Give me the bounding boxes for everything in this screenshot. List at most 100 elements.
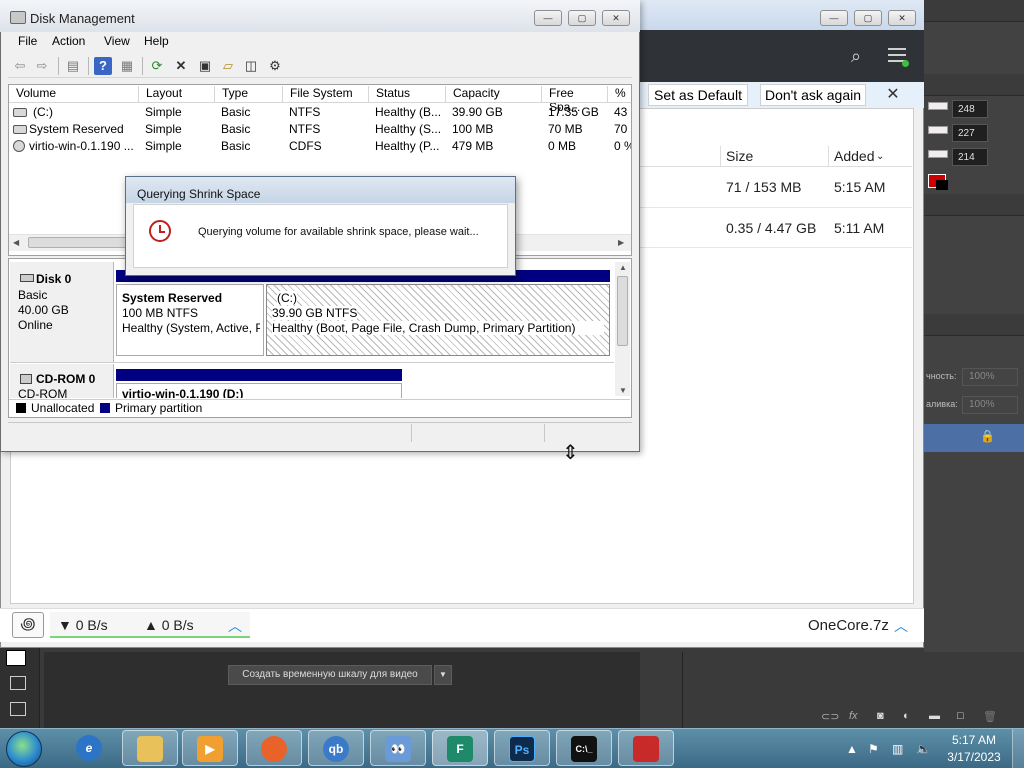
- trash-icon[interactable]: 🗑: [983, 710, 997, 723]
- column-header-capacity[interactable]: Capacity: [446, 86, 542, 103]
- color-value-field[interactable]: 227: [952, 124, 988, 142]
- action-center-flag-icon[interactable]: ⚑: [868, 742, 879, 756]
- properties-icon[interactable]: ▣: [196, 57, 214, 75]
- search-icon[interactable]: ⌕: [844, 44, 868, 68]
- color-swatch[interactable]: [928, 150, 948, 158]
- explore-icon[interactable]: ◫: [242, 57, 260, 75]
- cell-filesystem: CDFS: [289, 139, 322, 153]
- minimize-button[interactable]: —: [534, 10, 562, 26]
- mask-icon[interactable]: ◙: [877, 710, 884, 722]
- column-header-free-space[interactable]: Free Spa...: [542, 86, 608, 114]
- close-button[interactable]: ✕: [602, 10, 630, 26]
- table-row[interactable]: virtio-win-0.1.190 ... Simple Basic CDFS…: [9, 138, 631, 155]
- table-row[interactable]: (C:) Simple Basic NTFS Healthy (B... 39.…: [9, 104, 631, 121]
- size-column-header[interactable]: Size: [726, 148, 753, 164]
- new-layer-icon[interactable]: □: [957, 710, 964, 722]
- color-swatch[interactable]: [928, 102, 948, 110]
- explorer-taskbar-button[interactable]: [122, 730, 178, 766]
- bg-color-chip[interactable]: [936, 180, 948, 190]
- added-column-header[interactable]: Added: [834, 148, 874, 164]
- cdrom-0-label[interactable]: CD-ROM 0 CD-ROM: [10, 364, 114, 398]
- selected-layer[interactable]: 🔒: [924, 424, 1024, 452]
- clock-date[interactable]: 3/17/2023: [944, 750, 1004, 764]
- menu-file[interactable]: File: [18, 34, 37, 48]
- close-button[interactable]: ✕: [888, 10, 916, 26]
- cell-volume: System Reserved: [29, 122, 124, 136]
- download-manager-taskbar-button[interactable]: F: [432, 730, 488, 766]
- download-row[interactable]: 71 / 153 MB 5:15 AM: [640, 168, 912, 208]
- start-button[interactable]: [6, 731, 42, 767]
- color-swatch[interactable]: [928, 126, 948, 134]
- current-file-name[interactable]: OneCore.7z: [808, 617, 889, 634]
- media-taskbar-button[interactable]: ▶: [182, 730, 238, 766]
- properties-pane-icon[interactable]: ▦: [118, 57, 136, 75]
- command-prompt-icon: C:\_: [571, 736, 597, 762]
- scrollbar-thumb[interactable]: [28, 237, 138, 248]
- disk-0-label[interactable]: Disk 0 Basic 40.00 GB Online: [10, 262, 114, 362]
- scroll-left-arrow-icon[interactable]: ◀: [13, 238, 19, 247]
- scroll-down-arrow-icon[interactable]: ▼: [619, 386, 627, 395]
- link-icon[interactable]: ⊂⊃: [821, 710, 839, 723]
- virtio-partition[interactable]: virtio-win-0.1.190 (D:): [116, 383, 402, 398]
- c-drive-partition[interactable]: (C:) 39.90 GB NTFS Healthy (Boot, Page F…: [266, 284, 610, 356]
- folder-icon[interactable]: ▬: [929, 710, 940, 722]
- maximize-button[interactable]: ▢: [568, 10, 596, 26]
- chevron-up-icon[interactable]: ︿: [228, 616, 242, 636]
- timeline-dropdown-icon[interactable]: ▼: [434, 665, 452, 685]
- console-tree-icon[interactable]: ▤: [64, 57, 82, 75]
- back-arrow-icon[interactable]: ⇦: [11, 57, 29, 75]
- toolbox-taskbar-button[interactable]: [618, 730, 674, 766]
- speed-limiter-snail-icon[interactable]: ꩜: [12, 612, 44, 638]
- download-row[interactable]: 0.35 / 4.47 GB 5:11 AM: [640, 208, 912, 248]
- dialog-message: Querying volume for available shrink spa…: [198, 226, 479, 238]
- fill-field[interactable]: 100%: [962, 396, 1018, 414]
- photoshop-taskbar-button[interactable]: Ps: [494, 730, 550, 766]
- system-reserved-partition[interactable]: System Reserved 100 MB NTFS Healthy (Sys…: [116, 284, 264, 356]
- clock-time[interactable]: 5:17 AM: [944, 733, 1004, 747]
- column-header-type[interactable]: Type: [215, 86, 283, 103]
- create-timeline-button[interactable]: Создать временную шкалу для видео: [228, 665, 432, 685]
- help-icon[interactable]: ?: [94, 57, 112, 75]
- eyes-taskbar-button[interactable]: 👀: [370, 730, 426, 766]
- cell-filesystem: NTFS: [289, 122, 321, 136]
- forward-arrow-icon[interactable]: ⇨: [33, 57, 51, 75]
- menu-help[interactable]: Help: [144, 34, 169, 48]
- show-hidden-icons-icon[interactable]: ▲: [846, 742, 858, 756]
- sort-desc-icon[interactable]: ⌄: [876, 151, 884, 162]
- scroll-up-arrow-icon[interactable]: ▲: [619, 263, 627, 272]
- color-value-field[interactable]: 214: [952, 148, 988, 166]
- close-notice-icon[interactable]: ✕: [884, 86, 902, 104]
- minimize-button[interactable]: —: [820, 10, 848, 26]
- opacity-field[interactable]: 100%: [962, 368, 1018, 386]
- qbittorrent-taskbar-button[interactable]: qb: [308, 730, 364, 766]
- ie-taskbar-button[interactable]: e: [62, 730, 118, 766]
- open-folder-icon[interactable]: ▱: [219, 57, 237, 75]
- chevron-up-icon[interactable]: ︿: [894, 616, 908, 636]
- maximize-button[interactable]: ▢: [854, 10, 882, 26]
- column-header-status[interactable]: Status: [369, 86, 446, 103]
- set-as-default-button[interactable]: Set as Default: [648, 84, 748, 106]
- settings-icon[interactable]: ⚙: [266, 57, 284, 75]
- network-icon[interactable]: ▥: [892, 742, 903, 756]
- show-desktop-button[interactable]: [1012, 729, 1024, 768]
- menu-view[interactable]: View: [104, 34, 130, 48]
- volume-icon[interactable]: 🔈: [916, 742, 931, 756]
- firefox-taskbar-button[interactable]: [246, 730, 302, 766]
- column-header-filesystem[interactable]: File System: [283, 86, 369, 103]
- table-row[interactable]: System Reserved Simple Basic NTFS Health…: [9, 121, 631, 138]
- drive-icon: [13, 108, 27, 117]
- menu-action[interactable]: Action: [52, 34, 85, 48]
- adjustment-icon[interactable]: ◐: [903, 710, 910, 722]
- color-value-field[interactable]: 248: [952, 100, 988, 118]
- column-header-volume[interactable]: Volume: [9, 86, 139, 103]
- refresh-icon[interactable]: ⟳: [148, 57, 166, 75]
- dont-ask-again-button[interactable]: Don't ask again: [760, 84, 866, 106]
- disk-kind: CD-ROM: [18, 387, 68, 398]
- column-header-layout[interactable]: Layout: [139, 86, 215, 103]
- scrollbar-thumb[interactable]: [617, 276, 628, 346]
- delete-icon[interactable]: ✕: [172, 57, 190, 75]
- fx-icon[interactable]: fx: [849, 710, 858, 722]
- scroll-right-arrow-icon[interactable]: ▶: [618, 238, 624, 247]
- cmd-taskbar-button[interactable]: C:\_: [556, 730, 612, 766]
- column-header-percent-free[interactable]: % F: [608, 86, 630, 103]
